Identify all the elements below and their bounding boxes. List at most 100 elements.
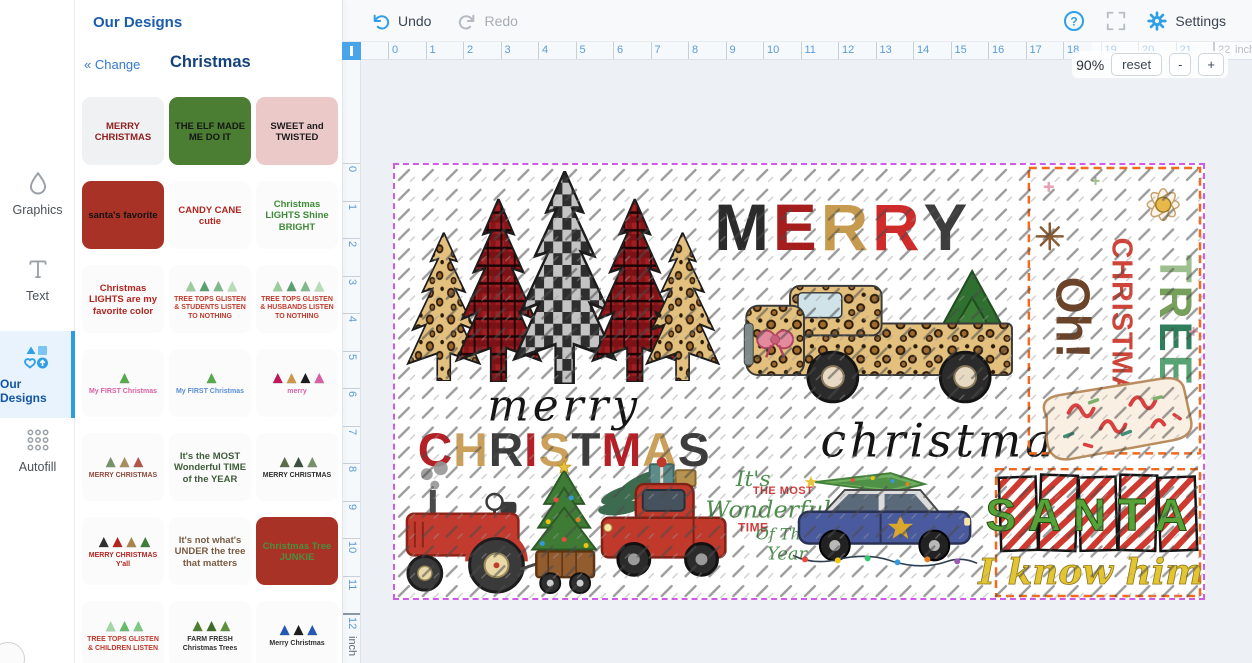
tree-icons: ▲▲▲▲ (95, 533, 150, 550)
dots-grid-icon (25, 427, 51, 453)
design-thumbnail-label: MERRY CHRISTMAS (263, 472, 331, 480)
design-thumbnail-label: FARM FRESH Christmas Trees (172, 636, 248, 652)
shapes-icon (21, 344, 51, 370)
settings-label: Settings (1175, 13, 1226, 29)
design-thumbnail[interactable]: CANDY CANE cutie (169, 181, 251, 249)
topbar: Undo Redo ? (343, 0, 1252, 42)
design-thumbnail[interactable]: THE ELF MADE ME DO IT (169, 97, 251, 165)
design-thumbnail[interactable]: It's the MOST Wonderful TIME of the YEAR (169, 433, 251, 501)
design-thumbnail-label: TREE TOPS GLISTEN & HUSBANDS LISTEN TO N… (259, 296, 335, 320)
sidebar-item-autofill[interactable]: Autofill (0, 427, 75, 474)
change-category-link[interactable]: « Change (84, 57, 140, 72)
design-thumbnail-label: My FIRST Christmas (89, 388, 157, 396)
design-thumbnail[interactable]: ▲ My FIRST Christmas (169, 349, 251, 417)
sidebar-item-label: Graphics (12, 203, 62, 217)
design-thumbnail-label: TREE TOPS GLISTEN & CHILDREN LISTEN (85, 636, 161, 652)
ruler-vertical: inch 0123456789101112 (342, 60, 361, 663)
editor-main: Undo Redo ? (343, 0, 1252, 663)
design-thumbnail-label: Christmas Tree JUNKIE (259, 541, 335, 564)
gang-sheet[interactable]: merry CHRISTMAS MERRY (393, 163, 1205, 600)
design-thumbnail[interactable]: MERRY CHRISTMAS (82, 97, 164, 165)
droplet-icon (25, 170, 51, 196)
design-grid: MERRY CHRISTMAS THE ELF MADE ME DO IT SWEE… (82, 97, 338, 663)
design-thumbnail-label: Christmas LIGHTS Shine BRIGHT (259, 199, 335, 233)
zoom-controls: 90% reset - + (1072, 51, 1228, 78)
design-thumbnail[interactable]: santa's favorite (82, 181, 164, 249)
sidebar-item-label: Autofill (19, 460, 57, 474)
gear-icon (1147, 11, 1167, 31)
zoom-reset-button[interactable]: reset (1111, 53, 1162, 77)
design-thumbnail-label: SWEET and TWISTED (259, 121, 335, 144)
undo-icon (371, 12, 391, 30)
tree-icons: ▲ (116, 369, 130, 386)
design-thumbnail-label: MERRY CHRISTMAS (89, 472, 157, 480)
zoom-out-button[interactable]: - (1169, 53, 1191, 77)
designs-panel: Our Designs « Change Christmas MERRY CHR… (75, 0, 343, 663)
design-thumbnail[interactable]: ▲▲▲ Merry Christmas (256, 601, 338, 663)
design-thumbnail-label: My FIRST Christmas (176, 388, 244, 396)
redo-button[interactable]: Redo (457, 12, 517, 30)
help-button[interactable]: ? (1063, 10, 1085, 32)
design-thumbnail[interactable]: ▲▲▲▲ MERRY CHRISTMAS Y'all (82, 517, 164, 585)
christmas-script-text: christmas (821, 414, 1084, 467)
tree-icons: ▲▲▲ (189, 617, 230, 634)
design-thumbnail-label: CANDY CANE cutie (172, 205, 248, 228)
design-thumbnail[interactable]: ▲▲▲▲ merry (256, 349, 338, 417)
gang-sheet-svg: merry CHRISTMAS MERRY (395, 165, 1203, 598)
fullscreen-button[interactable] (1105, 10, 1127, 32)
design-thumbnail[interactable]: ▲▲▲ FARM FRESH Christmas Trees (169, 601, 251, 663)
category-title: Christmas (170, 53, 251, 72)
zoom-in-button[interactable]: + (1198, 53, 1224, 77)
design-thumbnail[interactable]: ▲▲▲MERRY CHRISTMAS (82, 433, 164, 501)
design-thumbnail[interactable]: ▲ My FIRST Christmas (82, 349, 164, 417)
sidebar-item-text[interactable]: Text (0, 256, 75, 303)
undo-label: Undo (398, 13, 431, 29)
tree-icons: ▲▲▲ (276, 453, 317, 470)
design-thumbnail-label: THE ELF MADE ME DO IT (172, 121, 248, 144)
design-thumbnail-label: merry (287, 388, 306, 396)
design-thumbnail[interactable]: ▲▲▲TREE TOPS GLISTEN & CHILDREN LISTEN (82, 601, 164, 663)
tree-icons: ▲▲▲ (276, 621, 317, 638)
design-thumbnail[interactable]: ▲▲▲▲ TREE TOPS GLISTEN & STUDENTS LISTEN … (169, 265, 251, 333)
zoom-level: 90% (1076, 57, 1104, 73)
design-thumbnail-label: It's not what's UNDER the tree that matt… (172, 535, 248, 569)
settings-button[interactable]: Settings (1147, 11, 1226, 31)
tree-icons: ▲▲▲▲ (182, 277, 237, 294)
tree-word-text: TREE (1150, 255, 1201, 388)
ruler-unit-label: inch (342, 636, 360, 656)
sidebar-item-graphics[interactable]: Graphics (0, 170, 75, 217)
ruler-origin-box (342, 42, 361, 60)
merry-word-text: MERRY (714, 191, 971, 264)
sidebar-item-label: Text (26, 289, 49, 303)
daisy-flower-graphic (1147, 189, 1179, 221)
design-thumbnail[interactable]: Christmas LIGHTS are my favorite color (82, 265, 164, 333)
tree-icons: ▲▲▲▲ (269, 369, 324, 386)
fullscreen-icon (1105, 10, 1127, 32)
redo-label: Redo (484, 13, 517, 29)
design-thumbnail[interactable]: Christmas Tree JUNKIE (256, 517, 338, 585)
svg-text:?: ? (1071, 15, 1078, 29)
design-thumbnail-label: It's the MOST Wonderful TIME of the YEAR (172, 451, 248, 485)
design-thumbnail-label: Merry Christmas (269, 640, 324, 648)
undo-button[interactable]: Undo (371, 12, 431, 30)
design-thumbnail[interactable]: ▲▲▲ MERRY CHRISTMAS (256, 433, 338, 501)
left-rail: Graphics Text Our Designs Autofill (0, 0, 75, 663)
design-thumbnail-label: TREE TOPS GLISTEN & STUDENTS LISTEN TO N… (172, 296, 248, 320)
design-santa-i-know-him[interactable]: SANTA I know him! (977, 469, 1203, 596)
design-thumbnail[interactable]: ▲▲▲▲ TREE TOPS GLISTEN & HUSBANDS LISTEN … (256, 265, 338, 333)
design-thumbnail-label: santa's favorite (88, 210, 157, 221)
design-thumbnail[interactable]: SWEET and TWISTED (256, 97, 338, 165)
ruler-unit-label: inch (1235, 42, 1252, 59)
sidebar-item-our-designs[interactable]: Our Designs (0, 331, 75, 418)
design-thumbnail[interactable]: It's not what's UNDER the tree that matt… (169, 517, 251, 585)
canvas-area[interactable]: merry CHRISTMAS MERRY (361, 60, 1252, 663)
tree-icons: ▲▲▲▲ (269, 277, 324, 294)
text-icon (25, 256, 51, 282)
snowflake-graphic (1037, 223, 1063, 249)
santa-word-text: SANTA (986, 490, 1200, 541)
design-thumbnail[interactable]: Christmas LIGHTS Shine BRIGHT (256, 181, 338, 249)
tree-icons: ▲ (203, 369, 217, 386)
wonderful-line: Year (767, 543, 809, 564)
design-thumbnail-label: MERRY CHRISTMAS Y'all (85, 552, 161, 568)
redo-icon (457, 12, 477, 30)
